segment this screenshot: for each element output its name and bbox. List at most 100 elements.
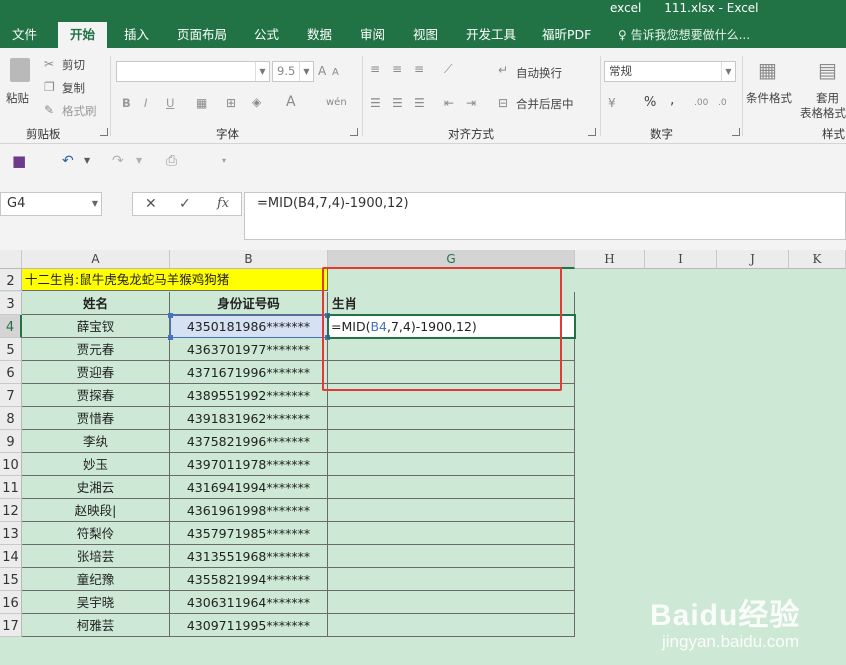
align-right-icon[interactable]: ☰ xyxy=(414,96,425,110)
column-header-b[interactable]: B xyxy=(170,250,328,269)
row-header[interactable]: 12 xyxy=(0,499,22,522)
row-header[interactable]: 3 xyxy=(0,292,22,315)
format-as-table-button-line1[interactable]: 套用 xyxy=(816,90,839,106)
id-number-cell[interactable]: 4313551968******* xyxy=(170,545,328,568)
row-header[interactable]: 4 xyxy=(0,315,22,338)
font-size-field[interactable]: 9.5 ▼ xyxy=(272,61,314,82)
zodiac-result-cell[interactable] xyxy=(328,522,575,545)
grow-font-icon[interactable]: A xyxy=(318,64,326,78)
column-header-g[interactable]: G xyxy=(328,250,575,269)
formula-input[interactable]: =MID(B4,7,4)-1900,12) xyxy=(244,192,846,240)
wrap-text-button[interactable]: 自动换行 xyxy=(516,65,562,81)
increase-decimal-icon[interactable]: .00 xyxy=(694,96,708,110)
italic-button[interactable]: I xyxy=(144,96,147,110)
active-edit-cell-g4[interactable]: =MID(B4,7,4)-1900,12) xyxy=(328,315,575,338)
zodiac-note-cell[interactable]: 十二生肖:鼠牛虎兔龙蛇马羊猴鸡狗猪 xyxy=(22,269,328,291)
zodiac-result-cell[interactable] xyxy=(328,430,575,453)
reference-handle[interactable] xyxy=(325,335,330,340)
save-icon[interactable]: ■ xyxy=(12,152,26,170)
cell-g2[interactable] xyxy=(328,269,575,291)
bold-button[interactable]: B xyxy=(122,96,131,110)
tell-me-search[interactable]: ♀ 告诉我您想要做什么... xyxy=(618,22,750,48)
enter-check-icon[interactable]: ✓ xyxy=(179,195,191,213)
select-all-corner[interactable] xyxy=(0,250,22,269)
id-number-cell[interactable]: 4389551992******* xyxy=(170,384,328,407)
row-header[interactable]: 10 xyxy=(0,453,22,476)
id-number-cell[interactable]: 4350181986******* xyxy=(170,315,328,338)
percent-button[interactable]: % xyxy=(644,95,656,110)
id-number-cell[interactable]: 4361961998******* xyxy=(170,499,328,522)
id-number-cell[interactable]: 4309711995******* xyxy=(170,614,328,637)
column-header-j[interactable]: J xyxy=(717,250,789,269)
row-header[interactable]: 14 xyxy=(0,545,22,568)
name-cell[interactable]: 史湘云 xyxy=(22,476,170,499)
row-header[interactable]: 11 xyxy=(0,476,22,499)
id-number-cell[interactable]: 4375821996******* xyxy=(170,430,328,453)
orientation-icon[interactable]: ⟋ xyxy=(444,62,452,76)
currency-icon[interactable]: ¥ xyxy=(608,96,616,110)
row-header[interactable]: 2 xyxy=(0,269,22,291)
shrink-font-icon[interactable]: A xyxy=(332,66,339,80)
name-cell[interactable]: 赵映段| xyxy=(22,499,170,522)
name-cell[interactable]: 贾惜春 xyxy=(22,407,170,430)
decrease-indent-icon[interactable]: ⇤ xyxy=(444,96,454,110)
borders-icon[interactable]: ▦ xyxy=(196,96,207,110)
zodiac-result-cell[interactable] xyxy=(328,499,575,522)
reference-handle[interactable] xyxy=(168,335,173,340)
tab-home[interactable]: 开始 xyxy=(58,22,108,48)
font-name-field[interactable]: ▼ xyxy=(116,61,270,82)
fill-color-icon[interactable]: ◈ xyxy=(252,95,261,109)
name-cell[interactable]: 贾探春 xyxy=(22,384,170,407)
id-number-cell[interactable]: 4316941994******* xyxy=(170,476,328,499)
name-cell[interactable]: 妙玉 xyxy=(22,453,170,476)
tab-formulas[interactable]: 公式 xyxy=(248,22,285,48)
id-number-cell[interactable]: 4355821994******* xyxy=(170,568,328,591)
cut-button[interactable]: 剪切 xyxy=(62,57,85,73)
align-bottom-icon[interactable]: ≡ xyxy=(414,62,424,76)
cancel-icon[interactable]: ✕ xyxy=(145,195,157,213)
paste-button[interactable]: 粘贴 xyxy=(6,90,29,106)
reference-handle[interactable] xyxy=(325,313,330,318)
customize-toolbar-icon[interactable]: ▾ xyxy=(222,152,226,170)
align-left-icon[interactable]: ☰ xyxy=(370,96,381,110)
insert-function-icon[interactable]: fx xyxy=(217,195,229,213)
tab-foxit-pdf[interactable]: 福昕PDF xyxy=(536,22,597,48)
tab-view[interactable]: 视图 xyxy=(407,22,444,48)
name-cell[interactable]: 薛宝钗 xyxy=(22,315,170,338)
number-format-field[interactable]: 常规 ▼ xyxy=(604,61,736,82)
format-painter-button[interactable]: 格式刷 xyxy=(62,103,97,119)
increase-indent-icon[interactable]: ⇥ xyxy=(466,96,476,110)
tab-file[interactable]: 文件 xyxy=(6,22,43,48)
zodiac-result-cell[interactable] xyxy=(328,407,575,430)
column-header-h[interactable]: H xyxy=(575,250,645,269)
align-top-icon[interactable]: ≡ xyxy=(370,62,380,76)
chevron-down-icon[interactable]: ▼ xyxy=(84,152,90,170)
id-number-cell[interactable]: 4391831962******* xyxy=(170,407,328,430)
row-header[interactable]: 16 xyxy=(0,591,22,614)
header-name-cell[interactable]: 姓名 xyxy=(22,292,170,315)
row-header[interactable]: 6 xyxy=(0,361,22,384)
name-cell[interactable]: 李纨 xyxy=(22,430,170,453)
alignment-launcher-icon[interactable] xyxy=(588,128,596,136)
tab-insert[interactable]: 插入 xyxy=(118,22,155,48)
id-number-cell[interactable]: 4357971985******* xyxy=(170,522,328,545)
row-header[interactable]: 7 xyxy=(0,384,22,407)
row-header[interactable]: 13 xyxy=(0,522,22,545)
header-zodiac-cell[interactable]: 生肖 xyxy=(328,292,575,315)
tab-data[interactable]: 数据 xyxy=(301,22,338,48)
zodiac-result-cell[interactable] xyxy=(328,591,575,614)
zodiac-result-cell[interactable] xyxy=(328,338,575,361)
zodiac-result-cell[interactable] xyxy=(328,384,575,407)
tab-developer[interactable]: 开发工具 xyxy=(460,22,522,48)
id-number-cell[interactable]: 4306311964******* xyxy=(170,591,328,614)
redo-icon[interactable]: ↷ xyxy=(112,152,124,170)
zodiac-result-cell[interactable] xyxy=(328,361,575,384)
zodiac-result-cell[interactable] xyxy=(328,614,575,637)
name-box[interactable]: G4 ▼ xyxy=(0,192,102,216)
id-number-cell[interactable]: 4363701977******* xyxy=(170,338,328,361)
align-middle-icon[interactable]: ≡ xyxy=(392,62,402,76)
merge-center-button[interactable]: 合并后居中 xyxy=(516,96,574,112)
conditional-formatting-button[interactable]: 条件格式 xyxy=(746,90,792,106)
name-cell[interactable]: 贾迎春 xyxy=(22,361,170,384)
id-number-cell[interactable]: 4397011978******* xyxy=(170,453,328,476)
